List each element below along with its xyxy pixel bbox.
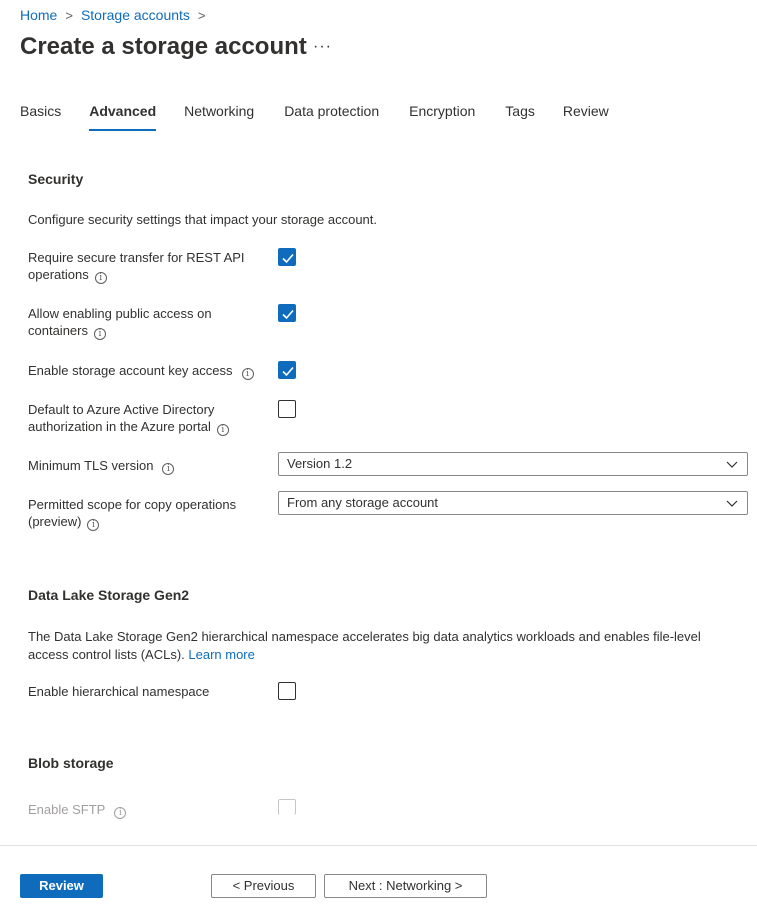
aad-default-text: Default to Azure Active Directory author… [28, 402, 215, 434]
security-heading: Security [28, 171, 84, 187]
page-title: Create a storage account [20, 33, 307, 60]
key-access-checkbox[interactable] [278, 361, 296, 379]
copy-scope-select[interactable]: From any storage account [278, 491, 748, 515]
datalake-heading: Data Lake Storage Gen2 [28, 587, 190, 603]
tls-label: Minimum TLS version i [28, 457, 263, 475]
info-icon[interactable]: i [114, 807, 127, 819]
secure-transfer-checkbox[interactable] [278, 248, 296, 266]
tls-version-select[interactable]: Version 1.2 [278, 452, 748, 476]
info-icon[interactable]: i [162, 463, 175, 475]
hierarchical-namespace-checkbox[interactable] [278, 682, 296, 700]
tab-networking[interactable]: Networking [184, 103, 254, 127]
secure-transfer-text: Require secure transfer for REST API ope… [28, 250, 245, 282]
breadcrumb-separator-icon: > [65, 7, 73, 23]
tls-text: Minimum TLS version [28, 458, 154, 473]
public-access-label: Allow enabling public access on containe… [28, 305, 228, 340]
tab-advanced[interactable]: Advanced [89, 103, 156, 131]
info-icon[interactable]: i [93, 328, 106, 340]
previous-button[interactable]: < Previous [211, 874, 316, 898]
security-description: Configure security settings that impact … [28, 212, 378, 227]
chevron-down-icon [726, 461, 738, 468]
sftp-checkbox[interactable] [278, 799, 296, 815]
aad-default-checkbox[interactable] [278, 400, 296, 418]
breadcrumb: Home > Storage accounts > [20, 7, 214, 23]
copy-scope-label: Permitted scope for copy operations (pre… [28, 496, 243, 531]
aad-default-label: Default to Azure Active Directory author… [28, 401, 243, 436]
breadcrumb-separator-icon: > [197, 7, 206, 23]
tab-basics[interactable]: Basics [20, 103, 61, 127]
more-options-icon[interactable]: ··· [313, 38, 332, 56]
key-access-label: Enable storage account key access i [28, 362, 268, 380]
info-icon[interactable]: i [216, 424, 229, 436]
tab-encryption[interactable]: Encryption [409, 103, 475, 127]
checkmark-icon [282, 366, 294, 377]
key-access-text: Enable storage account key access [28, 363, 233, 378]
review-button[interactable]: Review [20, 874, 103, 898]
info-icon[interactable]: i [241, 368, 254, 380]
chevron-down-icon [726, 500, 738, 507]
wizard-tabs: Basics Advanced Networking Data protecti… [20, 103, 637, 131]
tab-review[interactable]: Review [563, 103, 609, 127]
info-icon[interactable]: i [87, 519, 100, 531]
breadcrumb-home[interactable]: Home [20, 7, 57, 23]
datalake-description-text: The Data Lake Storage Gen2 hierarchical … [28, 629, 701, 662]
info-icon[interactable]: i [94, 272, 107, 284]
learn-more-link[interactable]: Learn more [188, 647, 254, 662]
breadcrumb-storage-accounts[interactable]: Storage accounts [81, 7, 190, 23]
checkmark-icon [282, 253, 294, 264]
secure-transfer-label: Require secure transfer for REST API ope… [28, 249, 263, 284]
checkmark-icon [282, 309, 294, 320]
footer-divider [0, 845, 757, 846]
public-access-text: Allow enabling public access on containe… [28, 306, 212, 338]
public-access-checkbox[interactable] [278, 304, 296, 322]
sftp-text: Enable SFTP [28, 802, 106, 817]
sftp-label: Enable SFTP i [28, 801, 263, 819]
tab-tags[interactable]: Tags [505, 103, 535, 127]
copy-scope-text: Permitted scope for copy operations (pre… [28, 497, 237, 529]
tab-data-protection[interactable]: Data protection [284, 103, 379, 127]
hierarchical-label: Enable hierarchical namespace [28, 684, 210, 699]
next-networking-button[interactable]: Next : Networking > [324, 874, 487, 898]
copy-scope-value: From any storage account [287, 495, 439, 510]
blob-heading: Blob storage [28, 755, 114, 771]
datalake-description: The Data Lake Storage Gen2 hierarchical … [28, 628, 738, 664]
tls-version-value: Version 1.2 [287, 456, 353, 471]
